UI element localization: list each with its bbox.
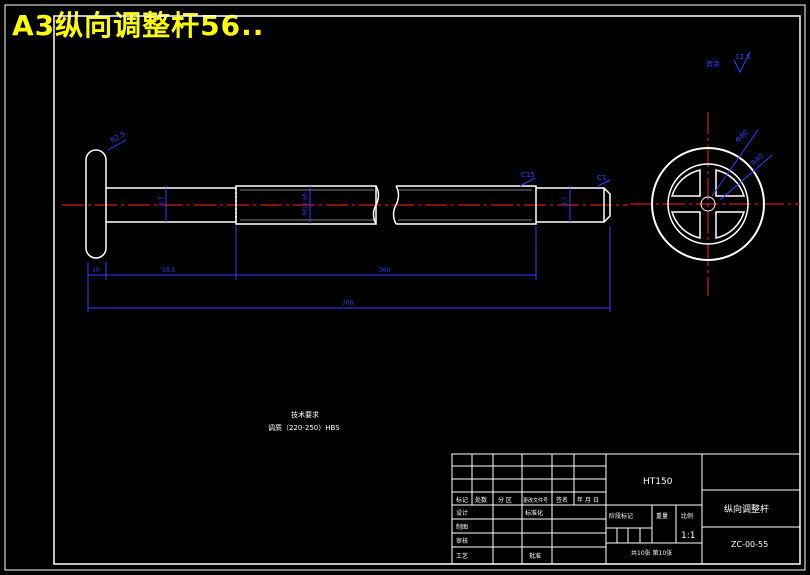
dim-len-total: 700 [342, 300, 354, 307]
outer-frame [4, 4, 806, 571]
tb-label-std: 标准化 [525, 509, 543, 517]
dim-wheel-d: Ф80 [734, 128, 750, 144]
tb-hdr-change: 更改文件号 [523, 497, 548, 504]
tb-sheets: 共10张 第10张 [631, 549, 672, 557]
tb-hdr-mark: 标记 [456, 496, 468, 504]
tech-title: 技术要求 [291, 410, 319, 419]
tech-line: 调质（220-250）HBS [268, 423, 340, 432]
dim-len-head: 10 [92, 267, 100, 274]
tb-label-draw: 制图 [456, 523, 468, 531]
dim-len-thread: 360 [379, 267, 391, 274]
inner-frame [53, 15, 801, 565]
tb-label-design: 设计 [456, 509, 468, 517]
surface-note-value: 12.5 [735, 53, 751, 61]
tb-label-check: 审核 [456, 537, 468, 545]
dim-dia-right: 8.7 [562, 196, 569, 206]
wheel-side-view [630, 112, 800, 296]
tb-hdr-count: 处数 [475, 496, 487, 504]
dim-chamfer-right: C15 [521, 171, 535, 179]
dim-head-radius: R2.5 [109, 130, 127, 145]
dimension-lines [87, 139, 611, 312]
tb-scale: 1:1 [681, 531, 695, 541]
tb-ratio-label: 比例 [681, 512, 693, 520]
tb-hdr-sign: 签名 [556, 496, 568, 504]
tb-label-approve: 批准 [529, 552, 541, 560]
dim-end-chamfer: C1 [597, 174, 606, 182]
shaft-head [85, 149, 107, 259]
dim-wheel-r2: R40 [750, 152, 765, 167]
drawing-canvas: R2.5 8.7 M12-6h C15 8.7 C1 10 58.5 360 7… [4, 4, 806, 571]
tb-stage-label: 阶段标记 [609, 512, 633, 520]
surface-note-label: 其余 [706, 59, 720, 68]
tb-hdr-date: 年 月 日 [577, 496, 599, 504]
tb-part-name: 纵向调整杆 [724, 503, 769, 515]
dim-dia-mid: M12-6h [302, 192, 309, 215]
tb-material: HT150 [643, 477, 673, 487]
tb-label-process: 工艺 [456, 552, 468, 560]
tb-weight-label: 重量 [656, 512, 668, 520]
dim-len-shoulder: 58.5 [162, 267, 176, 274]
dim-dia-left: 8.7 [158, 196, 165, 206]
tb-drawing-no: ZC-00-55 [731, 540, 768, 549]
tb-hdr-zone: 分 区 [498, 496, 512, 504]
